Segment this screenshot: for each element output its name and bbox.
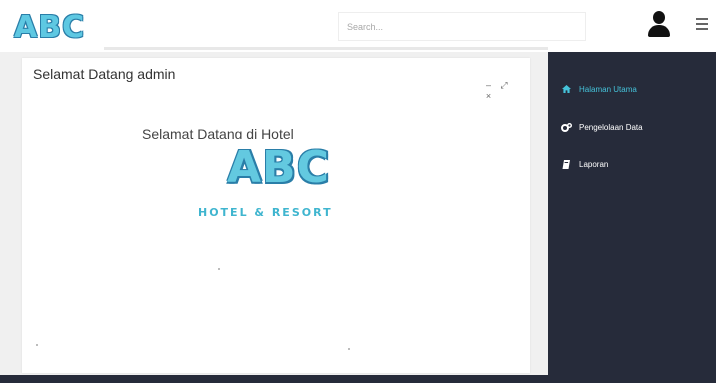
sidebar-item-label: Halaman Utama xyxy=(579,84,637,94)
sidebar-item-halaman-utama[interactable]: Halaman Utama xyxy=(548,77,716,101)
search-input[interactable] xyxy=(338,12,586,41)
user-icon-body xyxy=(648,25,670,37)
brand-logo[interactable]: ABC xyxy=(14,12,85,44)
hamburger-menu-icon[interactable] xyxy=(696,18,708,30)
welcome-panel: Selamat Datang admin – ⤢ × Selamat Datan… xyxy=(22,58,530,373)
hotel-tagline: HOTEL & RESORT xyxy=(198,206,333,219)
header-divider xyxy=(104,47,548,50)
user-icon[interactable] xyxy=(648,11,670,37)
menu-line xyxy=(696,18,708,20)
top-bar: ABC xyxy=(0,0,716,52)
hotel-logo: ABC xyxy=(227,142,330,193)
welcome-text: Selamat Datang di Hotel xyxy=(142,126,294,139)
decorative-dot xyxy=(218,268,220,270)
sidebar-item-laporan[interactable]: Laporan xyxy=(548,152,716,176)
sidebar-item-label: Laporan xyxy=(579,159,609,169)
user-icon-head xyxy=(653,11,665,24)
expand-icon[interactable]: ⤢ xyxy=(498,80,511,91)
minimize-icon[interactable]: – xyxy=(482,80,495,90)
panel-title: Selamat Datang admin xyxy=(33,66,176,82)
home-icon xyxy=(559,84,573,94)
sidebar-item-pengelolaan-data[interactable]: Pengelolaan Data xyxy=(548,115,716,139)
app-window: ABC Selamat Datang admin – ⤢ × Selamat D… xyxy=(0,0,716,383)
decorative-dot xyxy=(348,348,350,350)
panel-tools: – ⤢ × xyxy=(482,80,524,101)
close-icon[interactable]: × xyxy=(482,91,495,101)
book-icon xyxy=(559,159,573,169)
menu-line xyxy=(696,23,708,25)
cogs-icon xyxy=(559,122,573,132)
menu-line xyxy=(696,28,708,30)
footer-bar xyxy=(0,375,716,383)
decorative-dot xyxy=(36,344,38,346)
sidebar: Halaman Utama Pengelolaan Data Laporan xyxy=(548,52,716,375)
sidebar-item-label: Pengelolaan Data xyxy=(579,122,643,132)
